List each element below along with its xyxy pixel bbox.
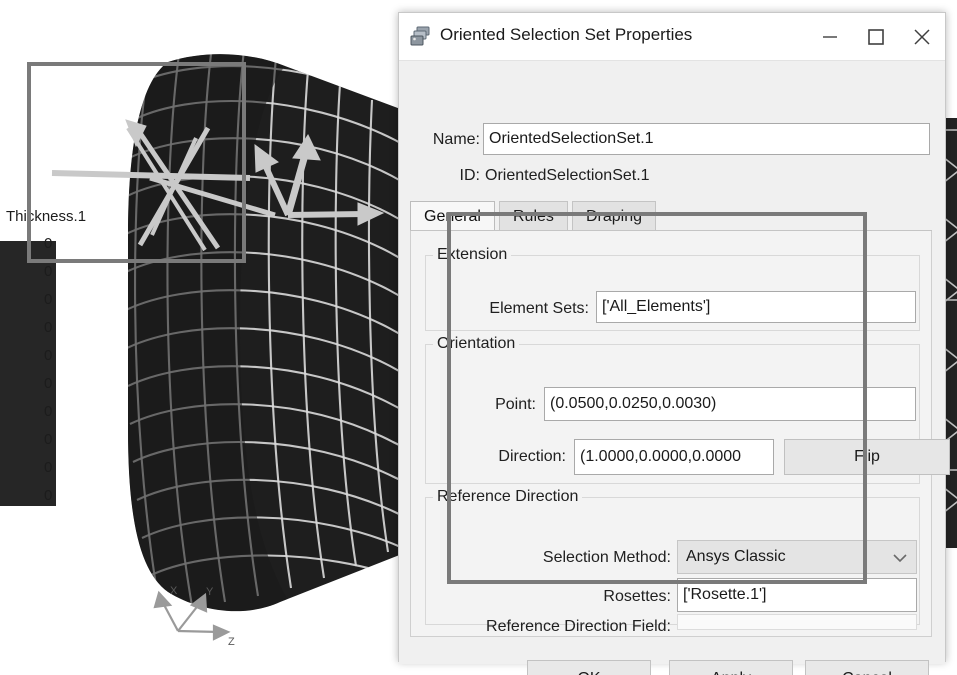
maximize-icon bbox=[868, 29, 884, 45]
thickness-legend: Thickness.1 0 0 0 0 0 0 0 0 0 0 bbox=[0, 208, 120, 528]
cancel-button[interactable]: Cancel bbox=[805, 660, 929, 675]
dialog-title: Oriented Selection Set Properties bbox=[440, 25, 693, 44]
orientation-group-title: Orientation bbox=[433, 335, 520, 353]
flip-button[interactable]: Flip bbox=[784, 439, 950, 475]
point-input[interactable] bbox=[544, 387, 916, 421]
selection-method-value: Ansys Classic bbox=[686, 548, 786, 565]
direction-input[interactable] bbox=[574, 439, 774, 475]
selection-set-icon bbox=[410, 26, 430, 46]
name-label: Name: bbox=[432, 131, 480, 148]
tab-general[interactable]: General bbox=[410, 201, 495, 231]
axis-label-x: X bbox=[170, 585, 178, 597]
element-sets-label: Element Sets: bbox=[489, 300, 589, 317]
tab-rules[interactable]: Rules bbox=[499, 201, 568, 231]
rosettes-input[interactable] bbox=[677, 578, 917, 612]
dialog-titlebar[interactable]: Oriented Selection Set Properties bbox=[399, 13, 945, 61]
point-label: Point: bbox=[495, 396, 536, 413]
tab-bar[interactable]: General Rules Draping bbox=[410, 201, 932, 231]
legend-tick: 0 bbox=[44, 347, 53, 364]
oriented-selection-set-properties-dialog[interactable]: Oriented Selection Set Properties Name: … bbox=[398, 12, 950, 675]
reference-direction-field-input[interactable] bbox=[677, 614, 917, 630]
application-screenshot: Thickness.1 0 0 0 0 0 0 0 0 0 0 X Y Z Or… bbox=[0, 0, 957, 675]
legend-tick: 0 bbox=[44, 235, 53, 252]
extension-group-title: Extension bbox=[433, 246, 512, 264]
axis-label-y: Y bbox=[206, 586, 214, 598]
close-button[interactable] bbox=[899, 13, 945, 59]
maximize-button[interactable] bbox=[853, 13, 899, 59]
general-tab-panel: Extension Element Sets: Orientation Poin… bbox=[410, 231, 950, 637]
minimize-icon bbox=[823, 36, 837, 38]
axis-triad: X Y Z bbox=[148, 583, 258, 663]
dialog-body: Name: ID: OrientedSelectionSet.1 General… bbox=[399, 61, 950, 675]
id-value: OrientedSelectionSet.1 bbox=[485, 167, 650, 184]
legend-title: Thickness.1 bbox=[6, 208, 87, 225]
selection-method-dropdown[interactable]: Ansys Classic bbox=[677, 540, 917, 574]
legend-tick: 0 bbox=[44, 403, 53, 420]
reference-direction-group-title: Reference Direction bbox=[433, 488, 583, 506]
legend-tick-list: 0 0 0 0 0 0 0 0 0 0 bbox=[40, 230, 80, 510]
apply-button[interactable]: Apply bbox=[669, 660, 793, 675]
chevron-down-icon bbox=[893, 554, 907, 563]
ok-button[interactable]: OK bbox=[527, 660, 651, 675]
direction-label: Direction: bbox=[498, 448, 566, 465]
tab-draping[interactable]: Draping bbox=[572, 201, 657, 231]
axis-label-z: Z bbox=[228, 636, 235, 648]
legend-tick: 0 bbox=[44, 459, 53, 476]
name-input[interactable] bbox=[483, 123, 930, 155]
element-sets-input[interactable] bbox=[596, 291, 916, 323]
legend-tick: 0 bbox=[44, 431, 53, 448]
legend-tick: 0 bbox=[44, 263, 53, 280]
id-label: ID: bbox=[459, 167, 480, 184]
close-icon bbox=[914, 29, 930, 45]
legend-tick: 0 bbox=[44, 291, 53, 308]
reference-direction-field-label: Reference Direction Field: bbox=[486, 618, 671, 635]
rosettes-label: Rosettes: bbox=[603, 588, 671, 605]
legend-tick: 0 bbox=[44, 375, 53, 392]
legend-tick: 0 bbox=[44, 319, 53, 336]
selection-method-label: Selection Method: bbox=[542, 549, 671, 566]
legend-tick: 0 bbox=[44, 487, 53, 504]
minimize-button[interactable] bbox=[807, 13, 853, 59]
